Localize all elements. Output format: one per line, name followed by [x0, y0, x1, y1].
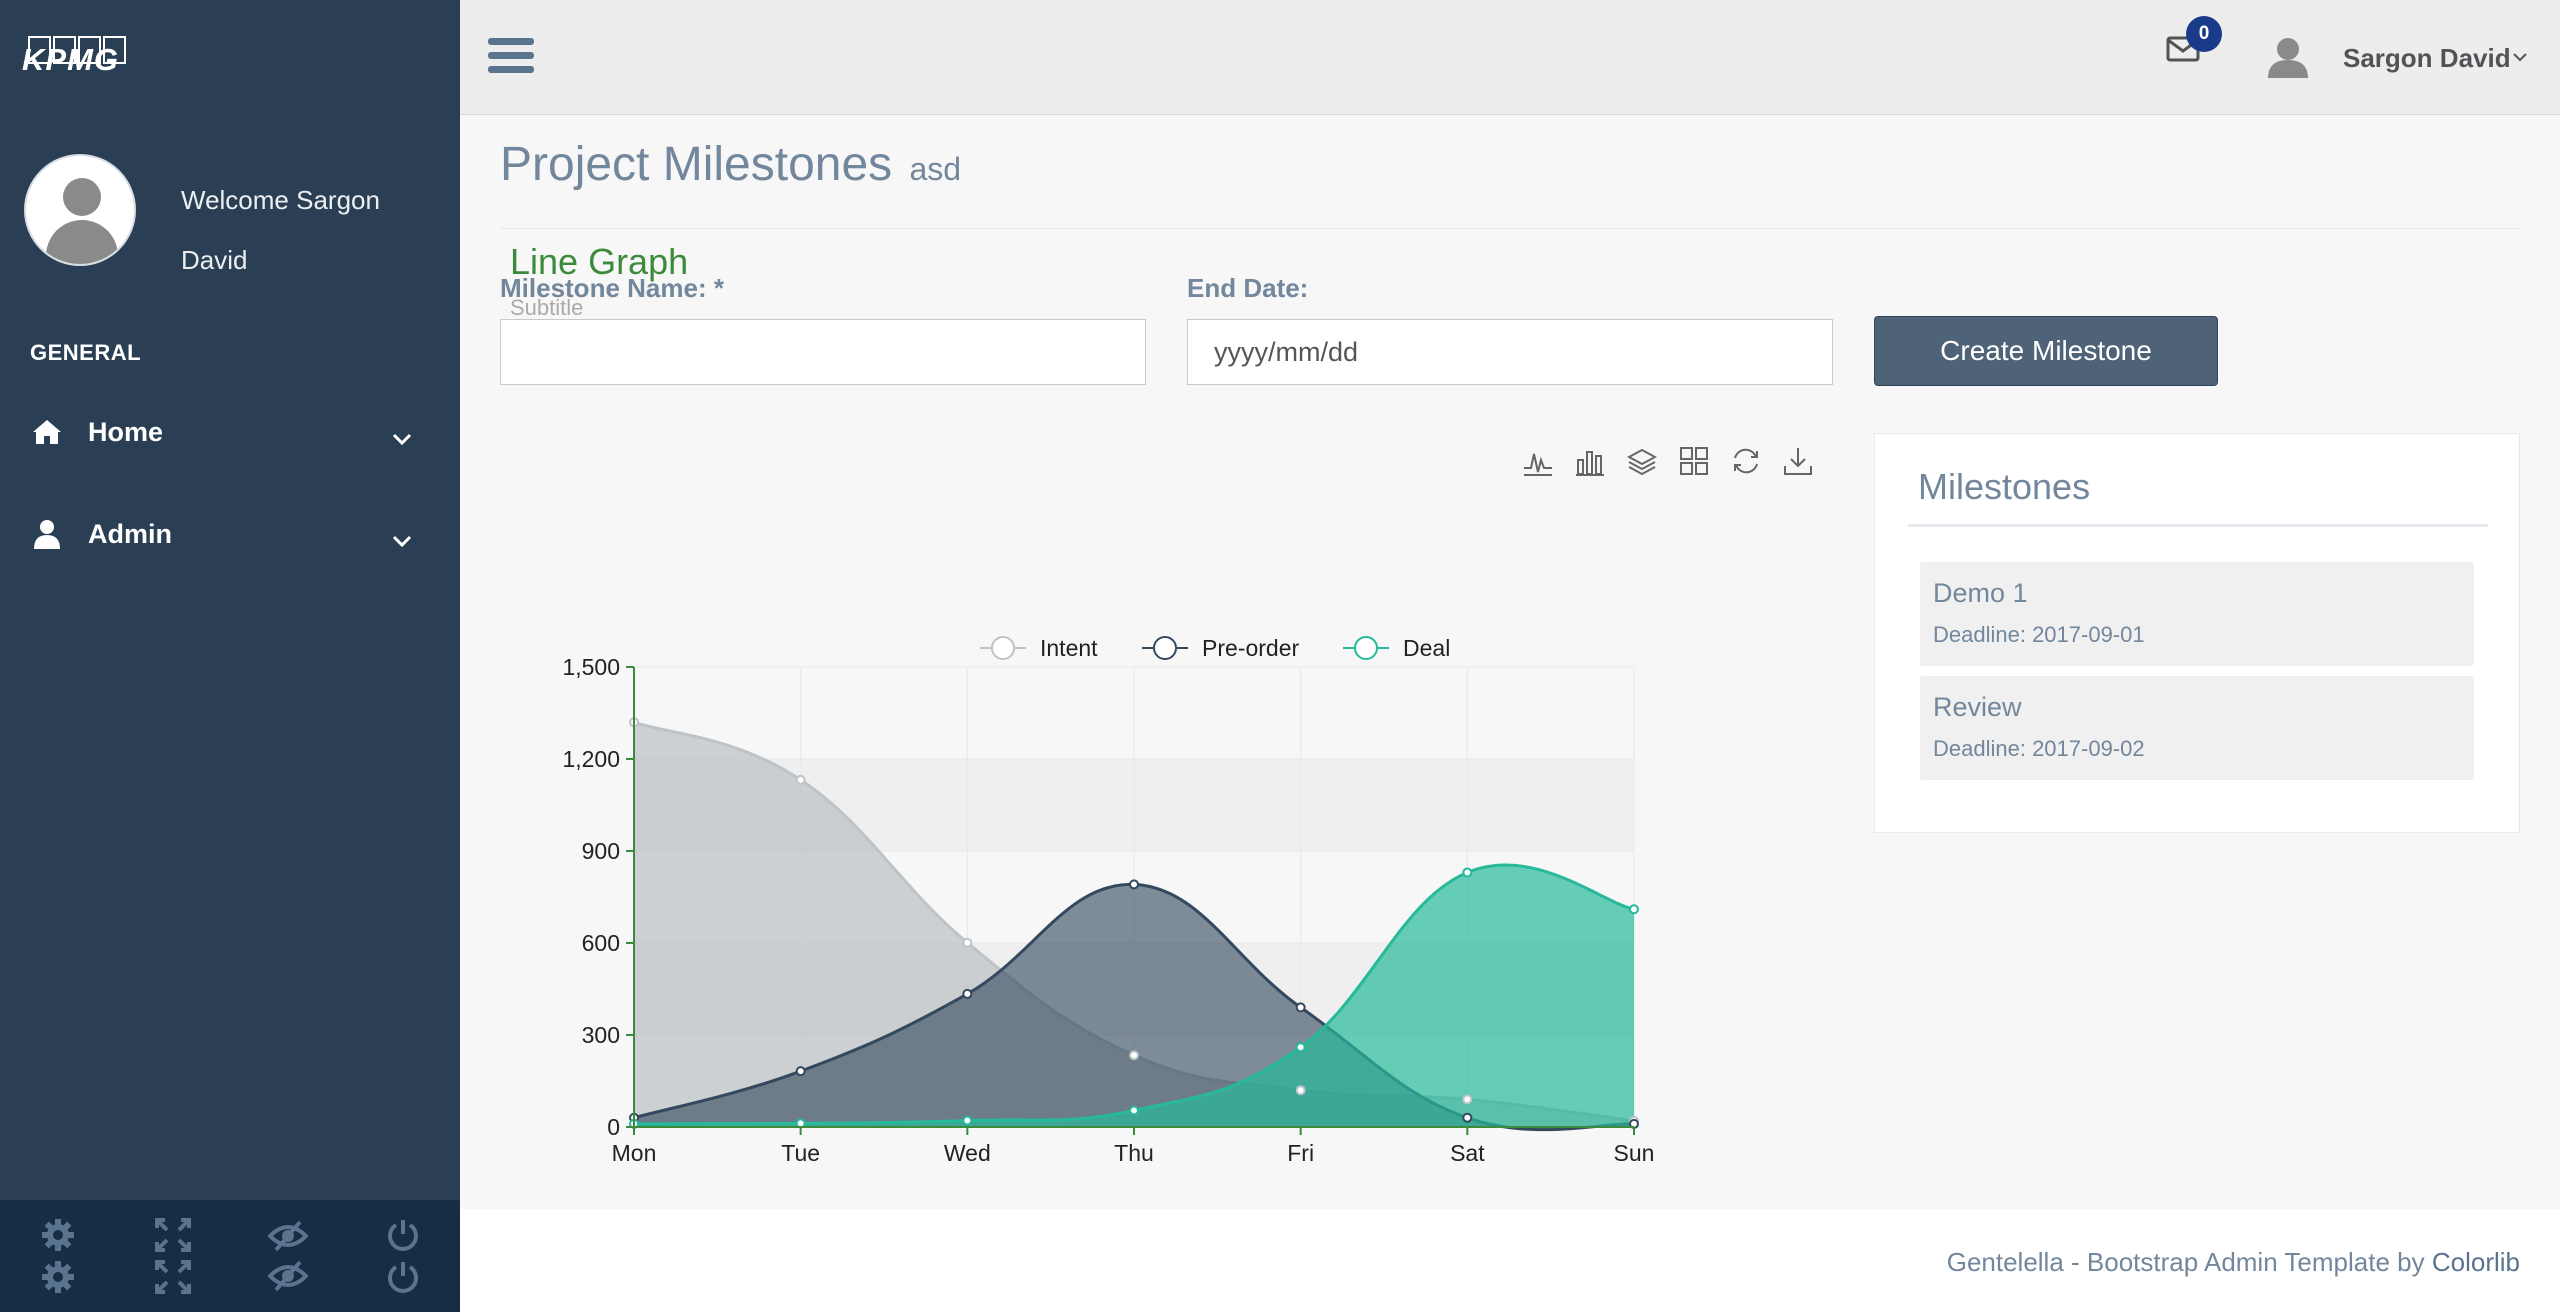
data-point-intent — [1462, 1094, 1473, 1105]
data-point-pre-order — [1129, 879, 1139, 890]
y-tick-label: 600 — [582, 930, 620, 956]
bar-chart-icon[interactable] — [1574, 443, 1606, 479]
main-content: Project Milestones asd Milestone Name: *… — [460, 115, 2560, 1208]
x-tick-label: Fri — [1287, 1140, 1314, 1166]
create-milestone-button[interactable]: Create Milestone — [1874, 316, 2218, 386]
data-point-deal — [1295, 1042, 1306, 1053]
refresh-icon[interactable] — [1730, 443, 1762, 479]
page-subtitle: asd — [909, 151, 962, 187]
milestone-name: Review — [1933, 692, 2022, 722]
x-tick-label: Tue — [781, 1140, 820, 1166]
profile-avatar — [24, 154, 136, 266]
y-tick-label: 300 — [582, 1022, 620, 1048]
sidebar-footer — [0, 1200, 460, 1312]
fullscreen-icon — [154, 1260, 191, 1294]
data-point-deal — [1629, 904, 1639, 915]
x-tick-label: Mon — [612, 1140, 657, 1166]
data-point-pre-order — [795, 1066, 806, 1077]
chart-toolbox — [1522, 443, 1814, 479]
x-tick-label: Thu — [1114, 1140, 1154, 1166]
chart-subtitle: Subtitle — [510, 295, 584, 320]
data-point-deal — [1129, 1105, 1139, 1116]
user-avatar[interactable] — [2266, 36, 2310, 83]
power-icon — [387, 1262, 418, 1293]
section-label-general: GENERAL — [30, 340, 142, 365]
footer-text: Gentelella - Bootstrap Admin Template by… — [1946, 1247, 2520, 1277]
top-navbar: 0 Sargon David — [460, 0, 2560, 115]
y-tick-label: 1,500 — [562, 654, 620, 680]
download-icon[interactable] — [1782, 443, 1814, 479]
chevron-down-icon — [392, 422, 412, 453]
colorlib-link[interactable]: Colorlib — [2432, 1247, 2520, 1277]
power-icon — [387, 1220, 418, 1251]
line-chart-icon[interactable] — [1522, 443, 1554, 479]
welcome-text: Welcome Sargon David — [181, 185, 380, 275]
line-graph-chart: 0 300 600 900 1,200 1,500 Mon Tue Wed Thu Fri Sat Su… — [562, 635, 1655, 1166]
menu-toggle-icon[interactable] — [488, 38, 534, 78]
home-icon — [30, 418, 64, 446]
settings-button[interactable] — [0, 1200, 115, 1312]
legend-marker-pre-order — [1153, 636, 1177, 660]
chart-title: Line Graph — [510, 241, 689, 282]
milestone-name: Demo 1 — [1933, 578, 2028, 608]
y-tick-label: 900 — [582, 838, 620, 864]
sidebar: KPMG Welcome Sargon David GENERAL Home A… — [0, 0, 460, 1312]
milestone-name-input[interactable] — [500, 319, 1146, 385]
sidebar-item-admin[interactable]: Admin — [0, 504, 460, 564]
gear-icon — [41, 1261, 74, 1293]
logout-button[interactable] — [345, 1200, 460, 1312]
divider — [500, 228, 2520, 229]
page-footer: Gentelella - Bootstrap Admin Template by… — [460, 1209, 2560, 1312]
data-point-pre-order — [1462, 1112, 1473, 1123]
eye-slash-icon — [267, 1220, 308, 1252]
end-date-label: End Date: — [1187, 273, 1309, 303]
milestone-item[interactable]: Review Deadline: 2017-09-02 — [1920, 676, 2474, 780]
y-tick-label: 1,200 — [562, 746, 620, 772]
legend-label-pre-order: Pre-order — [1202, 635, 1299, 661]
user-icon — [30, 519, 64, 549]
user-menu-name[interactable]: Sargon David — [2343, 43, 2511, 74]
legend-label-deal: Deal — [1403, 635, 1450, 661]
end-date-input[interactable] — [1187, 319, 1833, 385]
eye-slash-icon — [267, 1260, 308, 1292]
y-tick-label: 0 — [607, 1114, 620, 1140]
sidebar-item-label: Admin — [88, 518, 172, 549]
legend-marker-intent — [991, 636, 1015, 660]
milestones-panel: Milestones Demo 1 Deadline: 2017-09-01 R… — [1874, 433, 2520, 833]
fullscreen-button[interactable] — [115, 1200, 230, 1312]
data-point-intent — [1295, 1085, 1306, 1096]
milestone-item[interactable]: Demo 1 Deadline: 2017-09-01 — [1920, 562, 2474, 666]
data-point-pre-order — [962, 988, 973, 999]
milestone-deadline: Deadline: 2017-09-01 — [1933, 622, 2145, 647]
milestone-deadline: Deadline: 2017-09-02 — [1933, 736, 2145, 761]
x-tick-label: Sun — [1614, 1140, 1655, 1166]
chevron-down-icon — [392, 524, 412, 555]
x-tick-label: Wed — [944, 1140, 991, 1166]
tiled-icon[interactable] — [1678, 443, 1710, 479]
x-tick-label: Sat — [1450, 1140, 1485, 1166]
data-point-deal — [1462, 867, 1473, 878]
sidebar-item-home[interactable]: Home — [0, 402, 460, 462]
data-point-intent — [795, 774, 806, 785]
kpmg-logo[interactable]: KPMG — [22, 36, 126, 78]
legend-marker-deal — [1354, 636, 1378, 660]
milestones-title: Milestones — [1918, 466, 2091, 507]
data-point-deal — [962, 1115, 973, 1126]
gear-icon — [41, 1219, 74, 1251]
data-point-intent — [1129, 1050, 1139, 1061]
notification-badge[interactable]: 0 — [2186, 16, 2222, 52]
data-point-pre-order — [1295, 1002, 1306, 1013]
page-title: Project Milestones asd — [500, 138, 962, 191]
divider — [1908, 524, 2488, 527]
lock-button[interactable] — [230, 1200, 345, 1312]
legend-label-intent: Intent — [1040, 635, 1098, 661]
data-point-intent — [962, 937, 973, 948]
fullscreen-icon — [154, 1218, 191, 1252]
stack-icon[interactable] — [1626, 443, 1658, 479]
sidebar-item-label: Home — [88, 416, 164, 447]
chevron-down-icon[interactable] — [2512, 50, 2528, 68]
